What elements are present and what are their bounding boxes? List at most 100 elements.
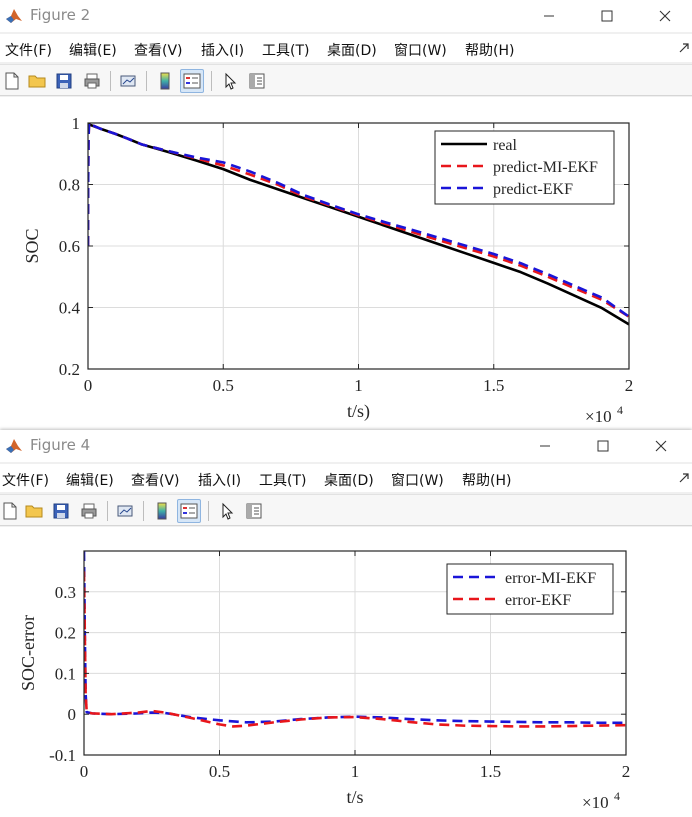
toolbar-separator	[211, 71, 212, 91]
save-icon	[53, 503, 69, 519]
title-bar[interactable]: Figure 4	[0, 430, 692, 462]
link-plot-icon	[117, 505, 133, 517]
open-button[interactable]	[25, 69, 49, 93]
legend-icon	[180, 503, 198, 519]
x-exponent-label: ×10	[585, 407, 612, 426]
x-exponent-power: 4	[614, 789, 620, 803]
maximize-icon	[601, 10, 613, 22]
colorbar-button[interactable]	[150, 499, 174, 523]
close-button[interactable]	[638, 430, 684, 462]
menu-desktop[interactable]: 桌面(D)	[327, 40, 377, 60]
close-icon	[655, 440, 667, 452]
maximize-button[interactable]	[584, 0, 630, 32]
window-title: Figure 2	[30, 6, 91, 24]
x-tick-label: 0.5	[213, 376, 234, 395]
minimize-button[interactable]	[522, 430, 568, 462]
new-figure-button[interactable]	[0, 499, 22, 523]
new-figure-button[interactable]	[0, 69, 24, 93]
menu-desktop[interactable]: 桌面(D)	[324, 470, 374, 490]
menu-window[interactable]: 窗口(W)	[394, 40, 447, 60]
undock-icon[interactable]	[678, 42, 690, 54]
open-button[interactable]	[22, 499, 46, 523]
y-tick-label: 0	[68, 705, 77, 724]
y-tick-label: 0.1	[55, 664, 76, 683]
print-icon	[81, 503, 97, 519]
close-button[interactable]	[642, 0, 688, 32]
menu-tools[interactable]: 工具(T)	[259, 470, 306, 490]
x-tick-label: 0	[84, 376, 93, 395]
minimize-icon	[540, 445, 550, 447]
maximize-button[interactable]	[580, 430, 626, 462]
x-axis-label: t/s	[346, 787, 363, 807]
x-tick-label: 1.5	[483, 376, 504, 395]
y-axis-label: SOC	[22, 228, 42, 263]
figure-canvas: 0 0.5 1 1.5 2 0.2 0.4 0.6 0.8 1 t/s) SOC ×10 4 real pre…	[0, 97, 692, 430]
menu-edit[interactable]: 编辑(E)	[66, 470, 114, 490]
legend-button[interactable]	[180, 69, 204, 93]
y-tick-label: 0.8	[59, 176, 80, 195]
menu-bar: 文件(F) 编辑(E) 查看(V) 插入(I) 工具(T) 桌面(D) 窗口(W…	[0, 34, 692, 62]
figure-4-window: Figure 4 文件(F) 编辑(E) 查看(V) 插入(I) 工具(T) 桌…	[0, 430, 692, 817]
print-button[interactable]	[80, 69, 104, 93]
menu-insert[interactable]: 插入(I)	[201, 40, 244, 60]
menu-insert[interactable]: 插入(I)	[198, 470, 241, 490]
legend-button[interactable]	[177, 499, 201, 523]
legend-icon	[183, 73, 201, 89]
y-tick-label: 0.2	[59, 360, 80, 379]
colorbar-button[interactable]	[153, 69, 177, 93]
link-plot-button[interactable]	[113, 499, 137, 523]
maximize-icon	[597, 440, 609, 452]
colorbar-icon	[157, 502, 167, 520]
pointer-button[interactable]	[218, 69, 242, 93]
menu-window[interactable]: 窗口(W)	[391, 470, 444, 490]
legend-entry: error-MI-EKF	[505, 570, 596, 587]
x-exponent-power: 4	[617, 403, 623, 417]
menu-view[interactable]: 查看(V)	[134, 40, 183, 60]
menu-bar: 文件(F) 编辑(E) 查看(V) 插入(I) 工具(T) 桌面(D) 窗口(W…	[0, 464, 692, 492]
save-button[interactable]	[52, 69, 76, 93]
x-axis-label: t/s)	[347, 401, 370, 422]
title-bar[interactable]: Figure 2	[0, 0, 692, 32]
open-folder-icon	[28, 75, 46, 88]
toolbar-separator	[208, 501, 209, 521]
toolbar-separator	[107, 501, 108, 521]
print-icon	[84, 73, 100, 89]
menu-view[interactable]: 查看(V)	[131, 470, 180, 490]
print-button[interactable]	[77, 499, 101, 523]
toolbar-separator	[110, 71, 111, 91]
pointer-icon	[222, 502, 234, 520]
y-tick-label: 0.4	[59, 299, 81, 318]
minimize-button[interactable]	[526, 0, 572, 32]
pointer-button[interactable]	[215, 499, 239, 523]
soc-chart[interactable]: 0 0.5 1 1.5 2 0.2 0.4 0.6 0.8 1 t/s) SOC ×10 4 real pre…	[0, 97, 692, 430]
legend-entry: predict-MI-EKF	[493, 159, 598, 176]
colorbar-icon	[160, 72, 170, 90]
menu-edit[interactable]: 编辑(E)	[69, 40, 117, 60]
property-editor-button[interactable]	[245, 69, 269, 93]
soc-error-chart[interactable]: 0 0.5 1 1.5 2-0.100.10.20.3t/sSOC-error×10 4e…	[0, 527, 692, 817]
menu-file[interactable]: 文件(F)	[2, 470, 49, 490]
close-icon	[659, 10, 671, 22]
y-tick-label: -0.1	[49, 746, 76, 765]
property-editor-button[interactable]	[242, 499, 266, 523]
matlab-icon	[6, 9, 22, 23]
figure-2-window: Figure 2 文件(F) 编辑(E) 查看(V) 插入(I) 工具(T) 桌…	[0, 0, 692, 430]
undock-icon[interactable]	[678, 472, 690, 484]
x-tick-label: 2	[622, 762, 631, 781]
minimize-icon	[544, 15, 554, 17]
save-button[interactable]	[49, 499, 73, 523]
menu-tools[interactable]: 工具(T)	[262, 40, 309, 60]
link-plot-button[interactable]	[116, 69, 140, 93]
x-tick-label: 1.5	[480, 762, 501, 781]
menu-file[interactable]: 文件(F)	[5, 40, 52, 60]
menu-help[interactable]: 帮助(H)	[462, 470, 511, 490]
window-title: Figure 4	[30, 436, 91, 454]
property-editor-icon	[246, 503, 262, 519]
x-tick-label: 1	[354, 376, 363, 395]
legend-entry: real	[493, 137, 518, 154]
x-tick-label: 2	[625, 376, 634, 395]
new-figure-icon	[5, 72, 19, 90]
menu-help[interactable]: 帮助(H)	[465, 40, 514, 60]
x-exponent-label: ×10	[582, 793, 609, 812]
figure-canvas: 0 0.5 1 1.5 2 -0.1 0 0.1 0.2 0.3 t/s SOC-error ×10 4 e…	[0, 527, 692, 817]
